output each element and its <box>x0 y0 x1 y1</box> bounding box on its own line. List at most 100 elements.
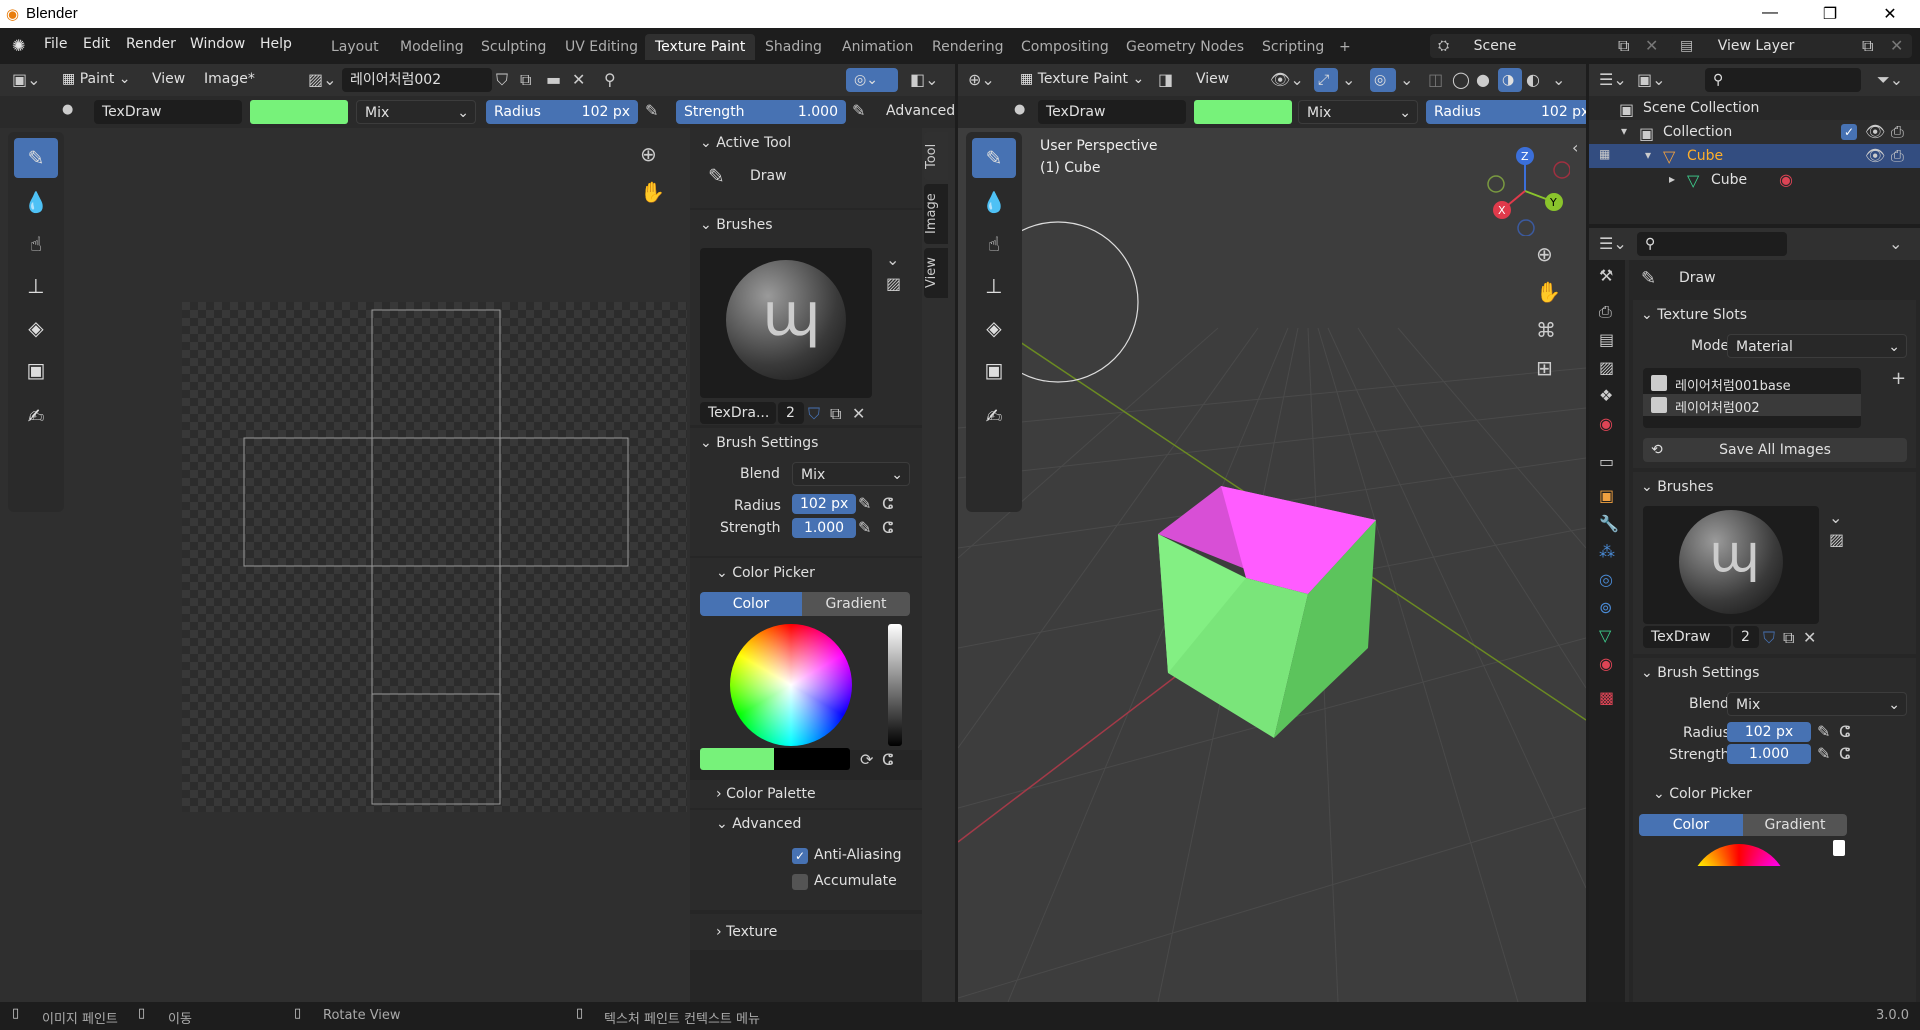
gizmo-dropdown-icon[interactable]: ⌄ <box>1342 70 1355 89</box>
pan-hand-icon[interactable]: ✋ <box>1536 280 1561 304</box>
properties-brush-users[interactable]: 2 <box>1733 626 1759 648</box>
perspective-toggle-icon[interactable]: ⊞ <box>1536 356 1553 380</box>
properties-editor-type-icon[interactable]: ☰⌄ <box>1599 234 1627 253</box>
paint-mode-dropdown[interactable]: ▦ Paint ⌄ <box>62 71 131 87</box>
color-palette-header[interactable]: › Color Palette <box>716 786 816 802</box>
world-tab-icon[interactable]: ◉ <box>1599 414 1613 433</box>
data-tab-icon[interactable]: ▽ <box>1599 626 1611 645</box>
primary-color-swatch[interactable] <box>700 748 774 770</box>
open-image-icon[interactable]: ▬ <box>546 70 561 89</box>
menu-edit[interactable]: Edit <box>83 36 110 52</box>
strength-pressure-icon[interactable]: ✎ <box>858 518 871 537</box>
editor-type-icon[interactable]: ▣⌄ <box>12 70 41 89</box>
unlink-brush-icon[interactable]: ✕ <box>1803 628 1816 647</box>
swap-colors-icon[interactable]: ⟳ <box>860 750 873 769</box>
physics-tab-icon[interactable]: ◎ <box>1599 570 1613 589</box>
menu-view[interactable]: View <box>152 71 185 87</box>
blender-menu-icon[interactable]: ✺ <box>12 36 25 55</box>
overlay-dropdown-icon[interactable]: ⌄ <box>1400 70 1413 89</box>
color-tab[interactable]: Color <box>700 592 802 616</box>
scene-tab-icon[interactable]: ❖ <box>1599 386 1613 405</box>
camera-view-icon[interactable]: ⌘ <box>1536 318 1556 342</box>
display-mode-icon[interactable]: ▣⌄ <box>1637 70 1666 89</box>
sidebar-strength-field[interactable]: 1.000 <box>792 518 856 538</box>
brush-preview[interactable]: ɰ <box>700 248 872 398</box>
fake-user-icon[interactable]: ⛉ <box>496 70 508 90</box>
sidebar-blend-dropdown[interactable]: Mix ⌄ <box>792 462 910 486</box>
outliner-editor-type-icon[interactable]: ☰⌄ <box>1599 70 1627 89</box>
viewport-blend-dropdown[interactable]: Mix ⌄ <box>1298 100 1418 124</box>
color-picker-header[interactable]: ⌄ Color Picker <box>716 565 815 581</box>
render-tab-icon[interactable]: ⎙ <box>1599 302 1612 322</box>
brush-name-field[interactable]: TexDra... <box>700 402 776 424</box>
mask-tool[interactable]: ▣ <box>972 350 1016 390</box>
brush-image-icon[interactable]: ▨ <box>886 274 901 293</box>
properties-brush-preview[interactable]: ɰ <box>1643 506 1819 624</box>
delete-scene-icon[interactable]: ✕ <box>1645 36 1658 55</box>
render-camera-icon[interactable]: ⎙ <box>1891 146 1904 166</box>
active-tool-header[interactable]: ⌄ Active Tool <box>700 135 791 151</box>
image-name-field[interactable]: 레이어처럼002 <box>342 68 492 92</box>
brush-dropdown-icon[interactable]: ⌄ <box>886 250 899 269</box>
blend-dropdown[interactable]: Mix ⌄ <box>356 100 476 124</box>
soften-tool[interactable]: 💧 <box>972 182 1016 222</box>
image-browse-icon[interactable]: ▨⌄ <box>308 70 337 89</box>
filter-icon[interactable]: ⏷⌄ <box>1877 70 1903 90</box>
render-camera-icon[interactable]: ⎙ <box>1891 122 1904 142</box>
smear-tool[interactable]: ☝ <box>972 224 1016 264</box>
draw-tool[interactable]: ✎ <box>14 138 58 178</box>
tab-animation[interactable]: Animation <box>832 34 923 60</box>
zoom-icon[interactable]: ⊕ <box>1536 242 1553 266</box>
clone-tool[interactable]: ⊥ <box>972 266 1016 306</box>
menu-image[interactable]: Image* <box>204 71 255 87</box>
brush-color-swatch[interactable] <box>250 100 348 124</box>
tab-layout[interactable]: Layout <box>321 34 389 60</box>
tab-geometry-nodes[interactable]: Geometry Nodes <box>1116 34 1254 60</box>
display-channels-icon[interactable]: ◧⌄ <box>910 70 939 89</box>
strength-pressure-icon[interactable]: ✎ <box>1817 744 1830 763</box>
radius-unit-icon[interactable]: ⵛ <box>882 494 893 513</box>
tab-sculpting[interactable]: Sculpting <box>471 34 556 60</box>
overlay-toggle[interactable]: ◎ <box>1370 68 1396 92</box>
object-tab-icon[interactable]: ▣ <box>1599 486 1614 505</box>
solid-shading-icon[interactable]: ● <box>1476 70 1490 89</box>
collapse-sidebar-icon[interactable]: ‹ <box>1572 138 1578 157</box>
properties-radius-field[interactable]: 102 px <box>1727 722 1811 742</box>
tab-scripting[interactable]: Scripting <box>1252 34 1334 60</box>
brush-selector[interactable]: TexDraw <box>94 100 242 124</box>
properties-search-input[interactable]: ⚲ <box>1637 232 1787 256</box>
mask-toggle-icon[interactable]: ◨ <box>1158 70 1173 89</box>
tab-uv-editing[interactable]: UV Editing <box>555 34 648 60</box>
tab-rendering[interactable]: Rendering <box>922 34 1014 60</box>
zoom-icon[interactable]: ⊕ <box>640 142 657 166</box>
pan-hand-icon[interactable]: ✋ <box>640 180 665 204</box>
visibility-icon[interactable]: 👁⌄ <box>1270 70 1304 89</box>
expand-icon[interactable]: ▾ <box>1645 148 1651 162</box>
color-wheel[interactable] <box>730 624 852 746</box>
save-all-images-button[interactable]: ⟲ Save All Images <box>1643 438 1907 462</box>
properties-color-wheel[interactable] <box>1689 844 1789 866</box>
shading-dropdown-icon[interactable]: ⌄ <box>1552 70 1565 89</box>
gizmo-toggle[interactable]: ⤢ <box>1314 68 1338 92</box>
secondary-color-swatch[interactable] <box>774 748 850 770</box>
properties-value-slider[interactable] <box>1833 840 1845 856</box>
advanced-header[interactable]: ⌄ Advanced <box>716 816 801 832</box>
accumulate-checkbox[interactable] <box>792 874 808 890</box>
scene-selector[interactable]: ⛭ Scene <box>1430 34 1680 58</box>
properties-brush-settings-header[interactable]: ⌄ Brush Settings <box>1641 665 1759 681</box>
properties-gradient-tab[interactable]: Gradient <box>1743 814 1847 836</box>
mask-tool[interactable]: ▣ <box>14 350 58 390</box>
wireframe-shading-icon[interactable]: ◯ <box>1452 70 1470 89</box>
view-layer-selector[interactable]: ▤ View Layer <box>1672 34 1912 58</box>
brush-dropdown-icon[interactable]: ⌄ <box>1829 508 1842 527</box>
expand-icon[interactable]: ▾ <box>1621 124 1627 138</box>
clone-tool[interactable]: ⊥ <box>14 266 58 306</box>
outliner-search-input[interactable]: ⚲ <box>1705 68 1861 92</box>
properties-strength-field[interactable]: 1.000 <box>1727 744 1811 764</box>
draw-tool[interactable]: ✎ <box>972 138 1016 178</box>
mode-dropdown[interactable]: Material ⌄ <box>1727 334 1907 358</box>
fake-user-shield-icon[interactable]: ⛉ <box>808 404 820 424</box>
color-unit-icon[interactable]: ⵛ <box>882 750 893 769</box>
cube-object[interactable] <box>1158 486 1376 738</box>
navigation-gizmo[interactable]: Z Y X <box>1480 146 1570 236</box>
